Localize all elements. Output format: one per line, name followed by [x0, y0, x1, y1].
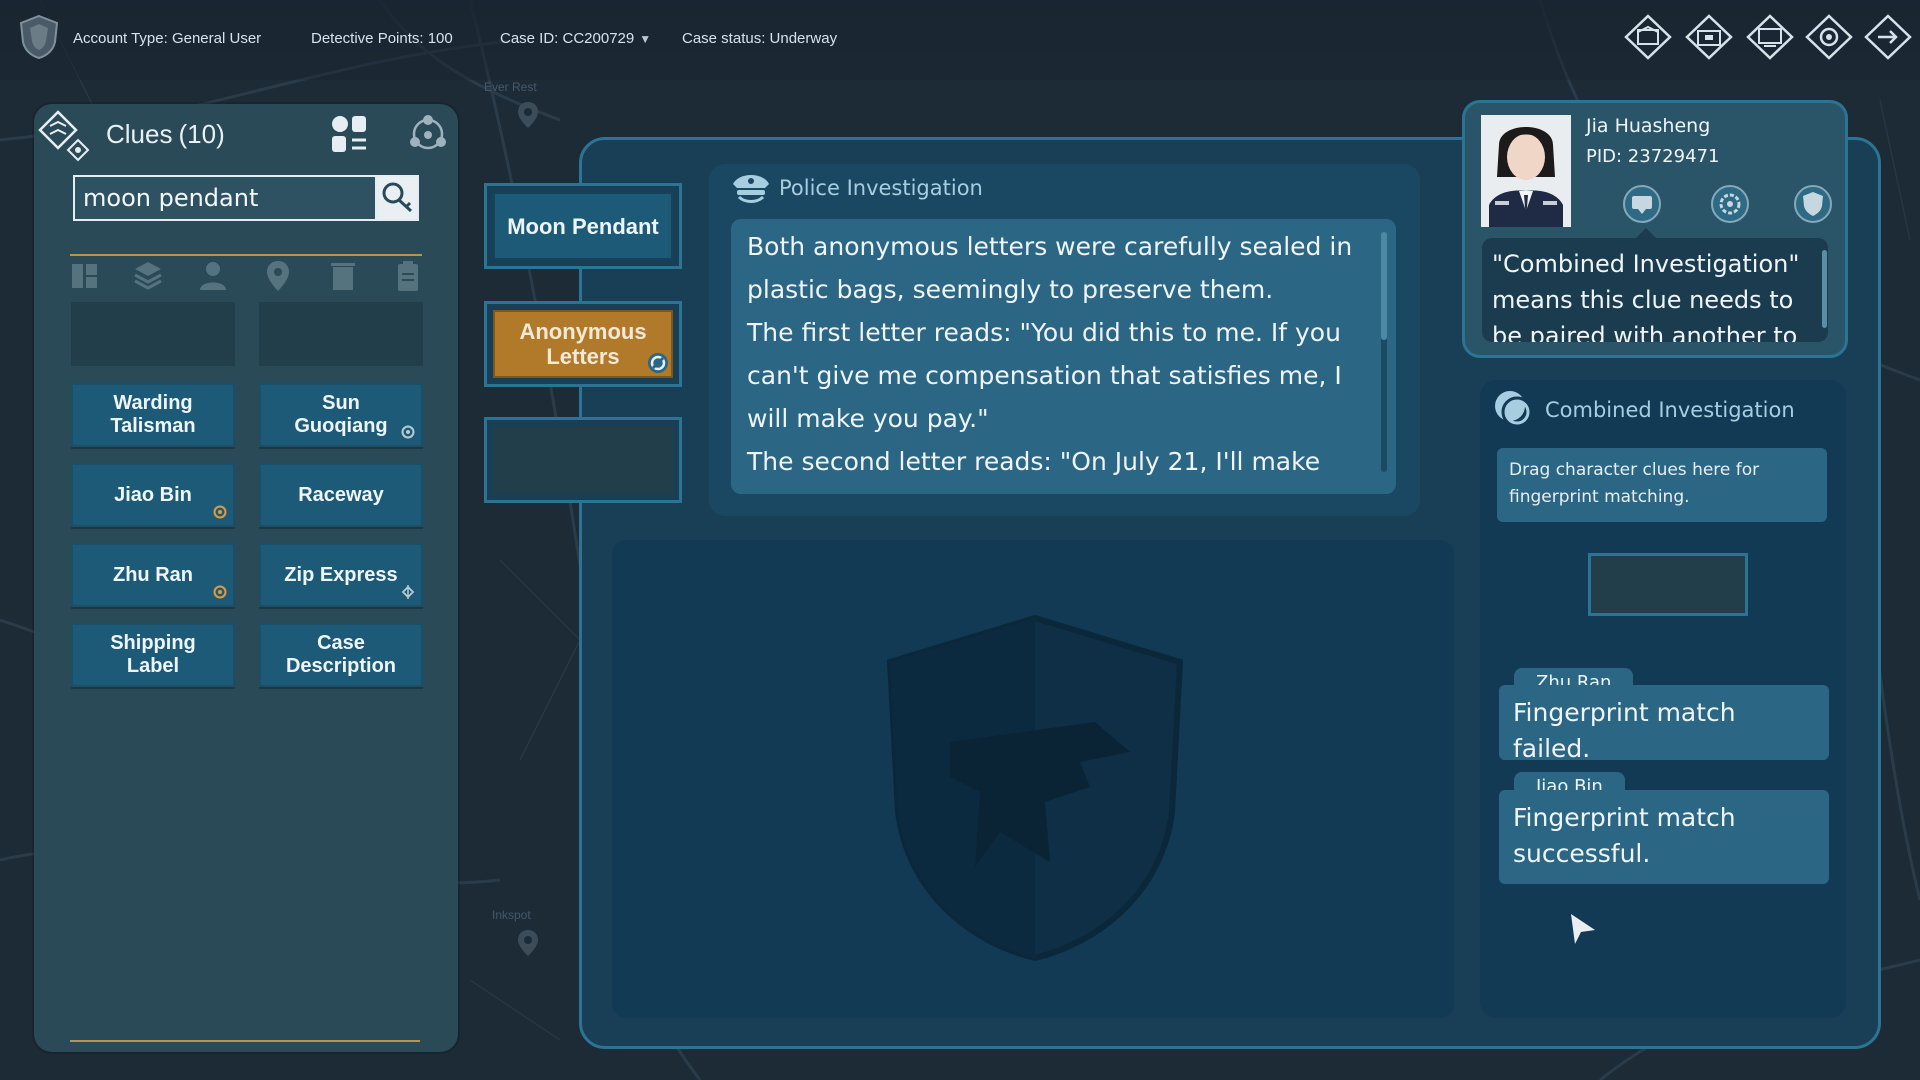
layers-icon[interactable]: [131, 258, 165, 294]
exit-icon[interactable]: [1862, 14, 1914, 60]
detective-points-label: Detective Points: 100: [311, 30, 453, 47]
investigation-paragraph: The first letter reads: "You did this to…: [747, 318, 1342, 433]
clues-count: (10): [178, 119, 225, 149]
search-key-icon: [382, 182, 413, 213]
account-type-label: Account Type: General User: [73, 30, 262, 47]
clue-tab-empty-slot: [493, 426, 673, 494]
police-investigation-title: Police Investigation: [779, 176, 983, 200]
trash-icon[interactable]: [326, 258, 360, 294]
network-icon[interactable]: [408, 114, 448, 154]
clue-tab-moon-pendant[interactable]: Moon Pendant: [484, 183, 682, 269]
combine-rings-icon: [1495, 391, 1533, 428]
map-pin-icon: [518, 930, 538, 956]
location-icon[interactable]: [261, 258, 295, 294]
map-label-inkspot: Inkspot: [492, 908, 531, 922]
character-pid: PID: 23729471: [1586, 146, 1720, 167]
clue-label: Case Description: [285, 632, 397, 677]
puzzle-badge-icon: [401, 585, 415, 599]
empty-clue-slot[interactable]: [71, 302, 235, 366]
view-toggle-icon[interactable]: [330, 114, 368, 154]
combine-badge-icon: [648, 353, 668, 373]
match-result-text: Fingerprint match successful.: [1499, 790, 1829, 884]
map-label-ever-rest: Ever Rest: [484, 80, 537, 94]
gear-badge-icon[interactable]: [1707, 183, 1753, 225]
orange-dot-badge-icon: [213, 505, 227, 519]
clue-tab-anonymous-letters[interactable]: Anonymous Letters: [484, 301, 682, 387]
clue-label: Jiao Bin: [114, 483, 192, 506]
clues-title-label: Clues: [106, 119, 173, 149]
speech-scrollbar[interactable]: [1822, 250, 1827, 328]
clue-warding-talisman[interactable]: Warding Talisman: [71, 383, 235, 447]
clue-label: Zip Express: [284, 563, 398, 586]
clue-shipping-label[interactable]: Shipping Label: [71, 623, 235, 687]
clue-label: Raceway: [298, 483, 384, 506]
case-id-label: Case ID: CC200729: [500, 30, 635, 47]
investigation-paragraph: The second letter reads: "On July 21, I'…: [747, 447, 1321, 494]
clue-network-logo-icon: [38, 110, 90, 162]
monitor-icon[interactable]: [1744, 14, 1796, 60]
empty-clue-slot[interactable]: [259, 302, 423, 366]
clipboard-icon[interactable]: [391, 258, 425, 294]
clue-tab-empty[interactable]: [484, 417, 682, 503]
mouse-cursor-icon: [1571, 914, 1595, 944]
settings-icon[interactable]: [1803, 14, 1855, 60]
shield-badge-icon[interactable]: [1790, 183, 1836, 225]
search-button[interactable]: [377, 175, 419, 221]
detective-shield-watermark-icon: [886, 614, 1184, 962]
filter-divider: [70, 254, 422, 256]
clue-case-description[interactable]: Case Description: [259, 623, 423, 687]
character-clue-drop-slot[interactable]: [1588, 553, 1748, 616]
case-id-dropdown[interactable]: Case ID: CC200729 ▼: [500, 30, 651, 47]
case-files-icon[interactable]: [1622, 14, 1674, 60]
police-text-scroll-thumb[interactable]: [1381, 232, 1387, 340]
clue-tab-label: Moon Pendant: [493, 192, 673, 260]
clue-zip-express[interactable]: Zip Express: [259, 543, 423, 607]
police-cap-icon: [733, 175, 769, 203]
clue-jiao-bin[interactable]: Jiao Bin: [71, 463, 235, 527]
speech-pointer: [1636, 228, 1656, 238]
officer-portrait-avatar: [1481, 115, 1571, 227]
combined-investigation-hint: Drag character clues here for fingerprin…: [1497, 448, 1827, 522]
person-icon[interactable]: [196, 258, 230, 294]
orange-dot-badge-icon: [213, 585, 227, 599]
character-name: Jia Huasheng: [1586, 115, 1711, 137]
chevron-down-icon: ▼: [639, 32, 652, 46]
all-icon[interactable]: [67, 258, 101, 294]
map-pin-icon: [518, 102, 538, 128]
clue-label: Zhu Ran: [113, 563, 193, 586]
case-status-label: Case status: Underway: [682, 30, 838, 47]
clue-tab-label: Anonymous Letters: [493, 310, 673, 378]
match-result-text: Fingerprint match failed.: [1499, 685, 1829, 763]
character-speech-bubble: "Combined Investigation" means this clue…: [1482, 238, 1828, 342]
evidence-box-icon[interactable]: [1683, 14, 1735, 60]
clue-label: Warding Talisman: [110, 392, 196, 437]
link-badge-icon: [401, 425, 415, 439]
clue-search-input[interactable]: [73, 175, 377, 221]
clue-sun-guoqiang[interactable]: Sun Guoqiang: [259, 383, 423, 447]
clue-zhu-ran[interactable]: Zhu Ran: [71, 543, 235, 607]
clue-raceway[interactable]: Raceway: [259, 463, 423, 527]
clue-label: Sun Guoqiang: [294, 392, 388, 437]
chat-icon[interactable]: [1619, 183, 1665, 225]
investigation-paragraph: Both anonymous letters were carefully se…: [747, 232, 1353, 304]
clue-label: Shipping Label: [110, 632, 196, 677]
clues-title: Clues (10): [106, 119, 225, 150]
clues-bottom-divider: [70, 1040, 420, 1042]
police-badge-logo-icon: [19, 14, 59, 60]
police-investigation-text: Both anonymous letters were carefully se…: [731, 219, 1396, 494]
combined-investigation-title: Combined Investigation: [1545, 398, 1795, 422]
